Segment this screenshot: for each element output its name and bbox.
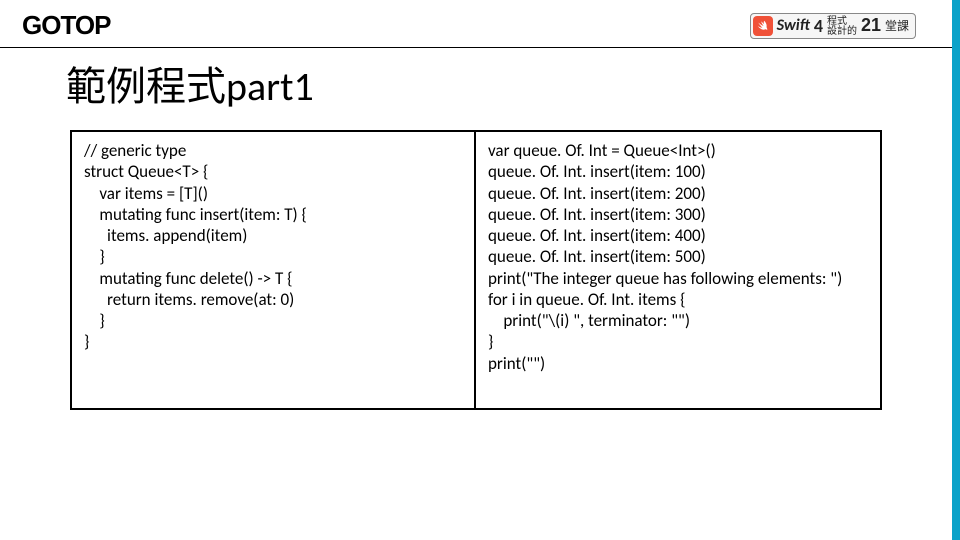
code-left: // generic type struct Queue<T> { var it…	[84, 140, 462, 353]
swift-21: 21	[861, 15, 881, 36]
header-bar: GOTOP Swift 4 程式 設計的 21 堂課	[0, 0, 952, 48]
content-area: // generic type struct Queue<T> { var it…	[0, 130, 952, 410]
code-right: var queue. Of. Int = Queue<Int>() queue.…	[488, 140, 868, 374]
swift-cn-bottom: 設計的	[827, 26, 857, 36]
code-box-right: var queue. Of. Int = Queue<Int>() queue.…	[476, 130, 882, 410]
swift-name: Swift	[777, 16, 810, 35]
swift-course: 堂課	[885, 17, 909, 34]
swift-icon	[753, 16, 773, 36]
slide: GOTOP Swift 4 程式 設計的 21 堂課 範例程式part1 // …	[0, 0, 960, 540]
swift-badge: Swift 4 程式 設計的 21 堂課	[750, 13, 916, 39]
swift-cn: 程式 設計的	[827, 16, 857, 36]
slide-title: 範例程式part1	[0, 48, 952, 130]
swift-version: 4	[814, 15, 823, 37]
code-box-left: // generic type struct Queue<T> { var it…	[70, 130, 476, 410]
logo: GOTOP	[22, 10, 110, 41]
